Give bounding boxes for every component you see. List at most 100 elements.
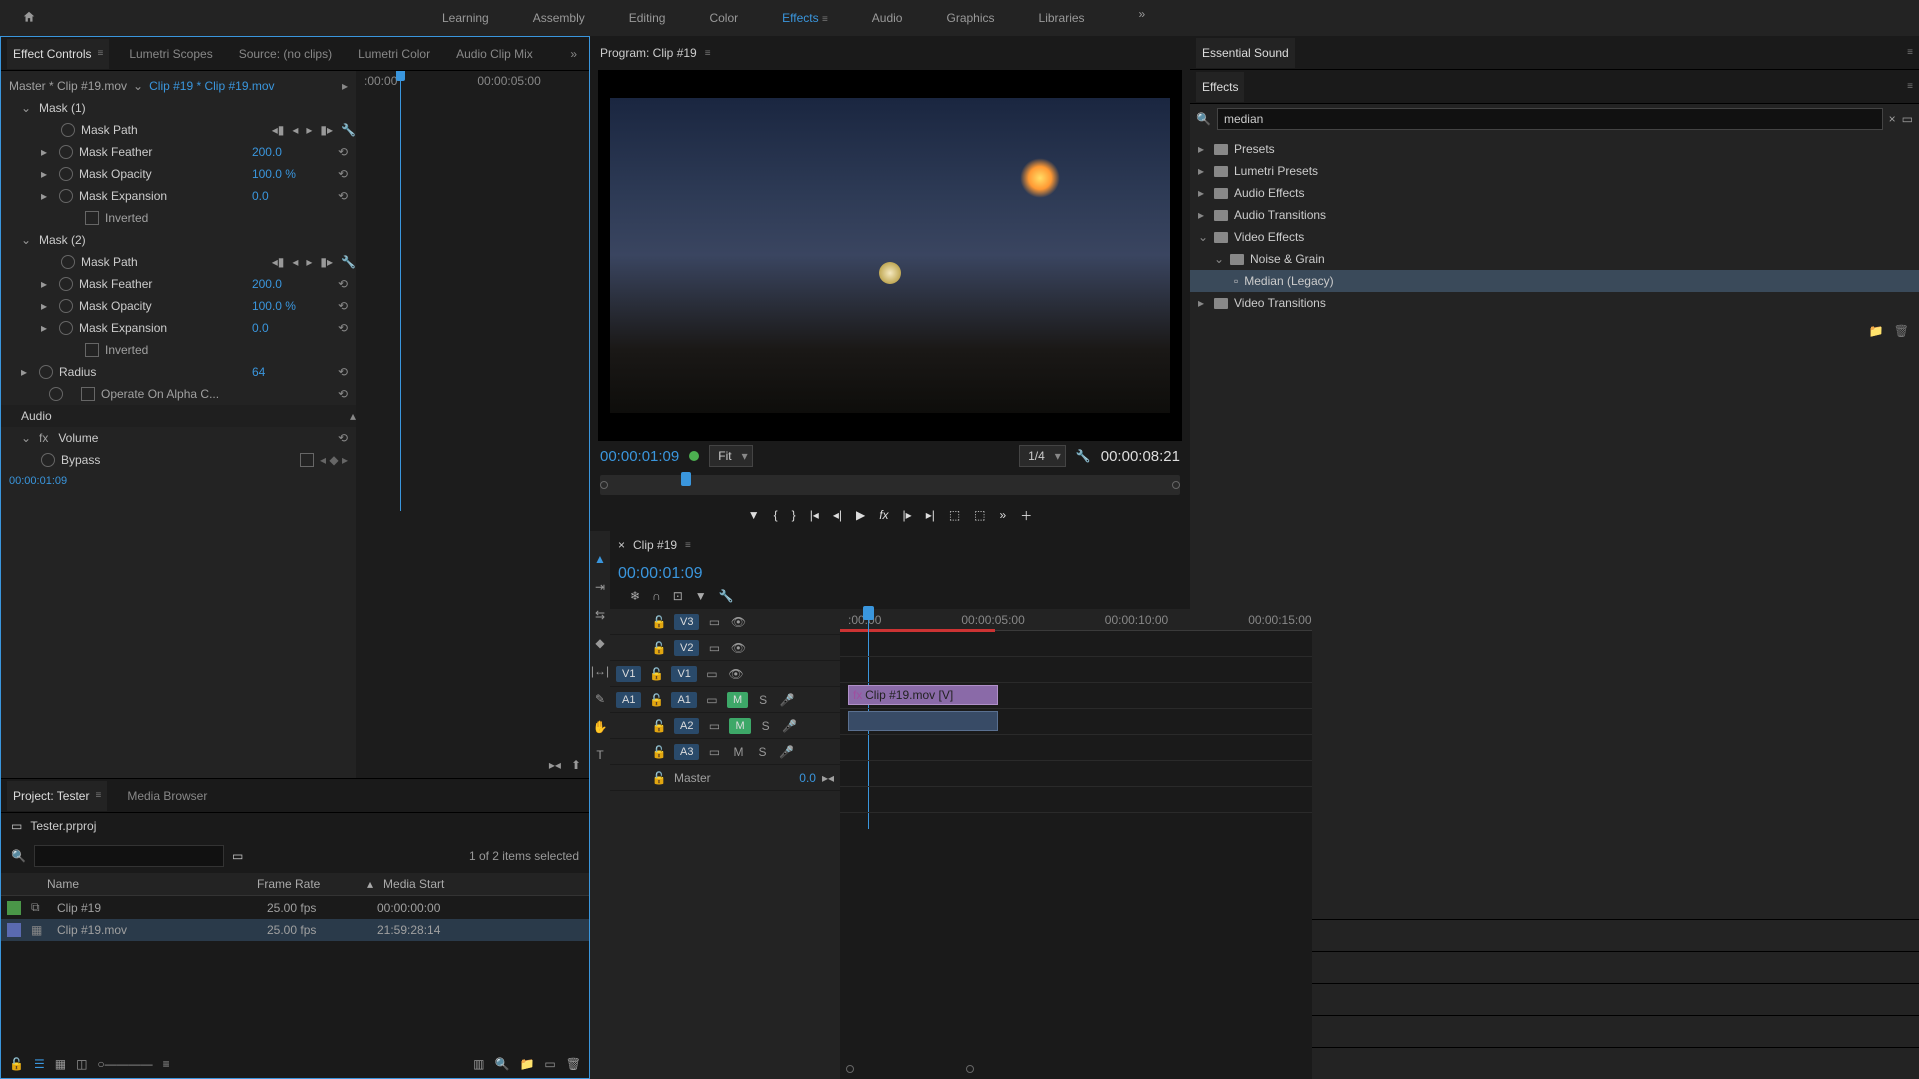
ripple-tool-icon[interactable]: ⇆ xyxy=(590,605,610,625)
play-forward-icon[interactable]: ▸ xyxy=(306,255,312,269)
home-icon[interactable] xyxy=(12,4,46,33)
target-icon[interactable]: ▭ xyxy=(703,691,721,709)
mask1-opacity-value[interactable]: 100.0 % xyxy=(252,167,332,181)
mute-button[interactable]: M xyxy=(727,692,748,708)
source-v1[interactable]: V1 xyxy=(616,666,641,682)
wrench-icon[interactable]: 🔧 xyxy=(341,123,356,137)
video-clip[interactable]: fx Clip #19.mov [V] xyxy=(848,685,998,705)
ec-clip-link[interactable]: Clip #19 * Clip #19.mov xyxy=(149,79,274,93)
timeline-tracks[interactable]: :00:00 00:00:05:00 00:00:10:00 00:00:15:… xyxy=(840,609,1312,1079)
wrench-icon[interactable]: 🔧 xyxy=(341,255,356,269)
target-icon[interactable]: ▭ xyxy=(705,717,723,735)
track-a2[interactable]: 🔓 A2 ▭ M S 🎤 xyxy=(610,713,840,739)
bypass-checkbox[interactable] xyxy=(300,453,314,467)
expand-icon[interactable]: ▸ xyxy=(41,167,53,181)
stopwatch-icon[interactable] xyxy=(39,365,53,379)
ws-audio[interactable]: Audio xyxy=(860,1,915,35)
new-bin-icon[interactable]: ▭ xyxy=(1902,112,1913,126)
stopwatch-icon[interactable] xyxy=(59,299,73,313)
trash-icon[interactable]: 🗑 xyxy=(566,1057,581,1071)
wrench-icon[interactable]: 🔧 xyxy=(1076,449,1091,463)
add-marker-icon[interactable]: ▼ xyxy=(748,508,760,522)
eye-icon[interactable]: 👁 xyxy=(729,613,747,631)
stopwatch-icon[interactable] xyxy=(59,321,73,335)
timeline-tc[interactable]: 00:00:01:09 xyxy=(618,565,703,583)
mask2-expansion-value[interactable]: 0.0 xyxy=(252,321,332,335)
lock-icon[interactable]: 🔓 xyxy=(650,639,668,657)
ws-learning[interactable]: Learning xyxy=(430,1,501,35)
zoom-slider[interactable]: ○———— xyxy=(97,1057,152,1071)
track-a3[interactable]: 🔓 A3 ▭ M S 🎤 xyxy=(610,739,840,765)
eye-icon[interactable]: 👁 xyxy=(729,639,747,657)
close-tab-icon[interactable]: × xyxy=(618,538,625,552)
mask1-feather-value[interactable]: 200.0 xyxy=(252,145,332,159)
tab-lumetri-scopes[interactable]: Lumetri Scopes xyxy=(123,39,218,69)
volume-row[interactable]: ⌄fxVolume⟲ xyxy=(1,427,356,449)
label-swatch[interactable] xyxy=(7,923,21,937)
snap-icon[interactable]: ❄ xyxy=(630,589,640,603)
expand-icon[interactable]: ▸ xyxy=(21,365,33,379)
magnet-icon[interactable]: ∩ xyxy=(652,589,661,603)
stopwatch-icon[interactable] xyxy=(41,453,55,467)
target-icon[interactable]: ▭ xyxy=(703,665,721,683)
lock-icon[interactable]: 🔓 xyxy=(647,665,665,683)
target-icon[interactable]: ▭ xyxy=(705,639,723,657)
stopwatch-icon[interactable] xyxy=(59,277,73,291)
ec-playhead[interactable] xyxy=(400,71,401,511)
project-table-header[interactable]: Name Frame Rate▴ Media Start xyxy=(1,873,589,896)
keyframe-nav[interactable]: ◂ ◆ ▸ xyxy=(320,453,356,467)
tabs-overflow-icon[interactable]: » xyxy=(564,39,583,69)
track-v3[interactable]: 🔓 V3 ▭ 👁 xyxy=(610,609,840,635)
ws-effects[interactable]: Effects ≡ xyxy=(770,1,840,35)
play-icon[interactable]: ▶ xyxy=(856,508,865,522)
track-forward-icon[interactable]: ▮▸ xyxy=(320,255,333,269)
list-view-icon[interactable]: ☰ xyxy=(34,1057,45,1071)
clear-search-icon[interactable]: × xyxy=(1889,112,1896,126)
new-bin-icon[interactable]: ▭ xyxy=(232,849,243,863)
fit-dropdown[interactable]: Fit xyxy=(709,445,752,467)
tree-audio-transitions[interactable]: ▸Audio Transitions xyxy=(1190,204,1919,226)
automate-icon[interactable]: ▥ xyxy=(473,1057,484,1071)
master-value[interactable]: 0.0 xyxy=(799,771,816,785)
tree-noise[interactable]: ⌄Noise & Grain xyxy=(1190,248,1919,270)
mask1-header[interactable]: ⌄Mask (1) xyxy=(1,97,356,119)
mute-button[interactable]: M xyxy=(729,743,747,761)
mask1-expansion-value[interactable]: 0.0 xyxy=(252,189,332,203)
alpha-checkbox[interactable] xyxy=(81,387,95,401)
step-forward-icon[interactable]: |▸ xyxy=(903,508,912,522)
lift-icon[interactable]: ⬚ xyxy=(949,508,960,522)
reset-icon[interactable]: ⟲ xyxy=(338,431,356,445)
stopwatch-icon[interactable] xyxy=(61,123,75,137)
reset-icon[interactable]: ⟲ xyxy=(338,387,356,401)
tree-video-effects[interactable]: ⌄Video Effects xyxy=(1190,226,1919,248)
mask2-header[interactable]: ⌄Mask (2) xyxy=(1,229,356,251)
timeline-ruler[interactable]: :00:00 00:00:05:00 00:00:10:00 00:00:15:… xyxy=(840,609,1312,631)
lock-icon[interactable]: 🔓 xyxy=(650,613,668,631)
ec-timeline-ruler[interactable]: :00:00 00:00:05:00 xyxy=(356,71,589,91)
step-back-icon[interactable]: ◂ xyxy=(292,255,298,269)
tab-source[interactable]: Source: (no clips) xyxy=(233,39,338,69)
new-bin-icon[interactable]: 📁 xyxy=(1869,324,1884,338)
tab-audio-clip-mix[interactable]: Audio Clip Mix xyxy=(450,39,539,69)
tree-lumetri[interactable]: ▸Lumetri Presets xyxy=(1190,160,1919,182)
timeline-tab[interactable]: Clip #19 xyxy=(633,538,677,552)
track-back-icon[interactable]: ◂▮ xyxy=(272,255,285,269)
solo-button[interactable]: S xyxy=(753,743,771,761)
track-back-icon[interactable]: ◂▮ xyxy=(272,123,285,137)
razor-tool-icon[interactable]: ◆ xyxy=(590,633,610,653)
resolution-dropdown[interactable]: 1/4 xyxy=(1019,445,1066,467)
tree-video-transitions[interactable]: ▸Video Transitions xyxy=(1190,292,1919,314)
new-bin-icon[interactable]: 📁 xyxy=(519,1057,534,1071)
effects-search-input[interactable] xyxy=(1217,108,1883,130)
play-forward-icon[interactable]: ▸ xyxy=(306,123,312,137)
reset-icon[interactable]: ⟲ xyxy=(338,277,356,291)
export-icon[interactable]: ⬆ xyxy=(571,758,581,772)
inverted-checkbox[interactable] xyxy=(85,211,99,225)
source-a1[interactable]: A1 xyxy=(616,692,641,708)
lock-icon[interactable]: 🔓 xyxy=(9,1057,24,1071)
radius-value[interactable]: 64 xyxy=(252,365,332,379)
solo-button[interactable]: S xyxy=(757,717,775,735)
tree-presets[interactable]: ▸Presets xyxy=(1190,138,1919,160)
pen-tool-icon[interactable]: ✎ xyxy=(590,689,610,709)
stopwatch-icon[interactable] xyxy=(59,145,73,159)
